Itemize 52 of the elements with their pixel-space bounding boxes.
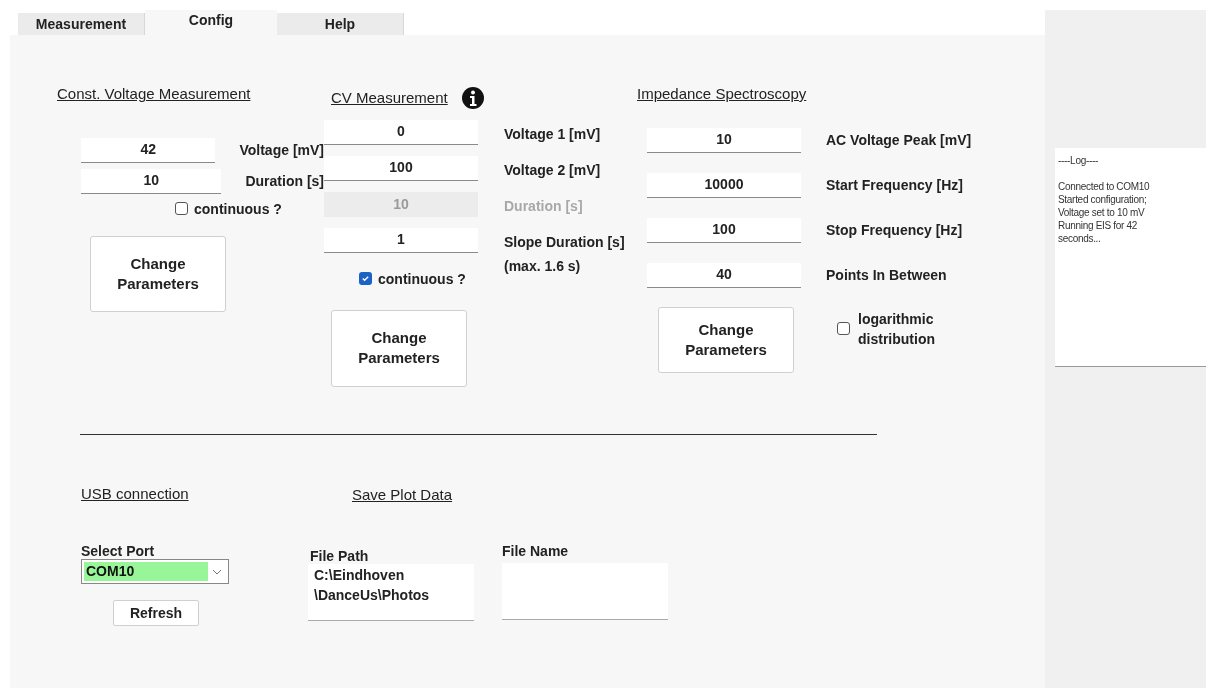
field-label: AC Voltage Peak [mV] [826,131,972,149]
input-field[interactable]: 10000 [647,172,801,198]
field-label: Duration [s] [504,197,583,214]
change-parameters-button[interactable]: Change Parameters [90,235,226,312]
field-label: Voltage 1 [mV] [504,125,601,142]
log-line: Voltage set to 10 mV [1058,206,1146,219]
chevron-down-icon [212,568,222,575]
tab[interactable]: Config [145,10,277,35]
input-field[interactable]: 42 [81,137,216,163]
input-field[interactable]: 0 [324,119,478,145]
input-field[interactable]: 100 [647,217,801,243]
port-dropdown[interactable]: COM10 [81,559,229,584]
input-field[interactable]: 1 [324,227,478,253]
field-label: Points In Between [826,266,947,284]
field-label: Voltage 2 [mV] [504,161,601,178]
log-line: Started configuration; [1058,193,1148,206]
change-parameters-button[interactable]: Change Parameters [658,306,794,373]
field-label: Stop Frequency [Hz] [826,221,963,239]
field-label: Start Frequency [Hz] [826,176,963,194]
section-heading: Impedance Spectroscopy [637,84,808,104]
field-label: File Name [502,542,570,559]
file-path-field[interactable]: C:\Eindhoven \DanceUs\Photos [308,563,474,621]
checkbox[interactable] [359,272,372,285]
checkbox-label: logarithmic distribution [858,309,935,349]
file-name-field[interactable] [502,562,668,620]
log-line: Connected to COM10 [1058,180,1151,193]
log-header: ----Log---- [1058,154,1100,167]
input-field[interactable]: 10 [647,127,801,153]
section-heading: CV Measurement [331,88,448,108]
section-heading: Const. Voltage Measurement [57,84,252,104]
log-line: seconds... [1058,232,1102,245]
checkbox[interactable] [175,202,188,215]
tab[interactable]: Help [277,13,404,35]
field-label: Duration [s] [245,172,324,190]
input-field[interactable]: 40 [647,262,801,288]
field-label: continuous ? [194,199,282,218]
field-label: Select Port [81,543,156,559]
checkbox[interactable] [837,322,850,335]
refresh-button[interactable]: Refresh [113,600,199,626]
field-label: File Path [310,547,370,564]
log-line: Running EIS for 42 [1058,219,1139,232]
section-heading: USB connection [81,483,190,504]
checkmark-icon [361,274,370,283]
input-field[interactable]: 10 [81,168,222,194]
section-heading: Save Plot Data [352,485,453,503]
field-label: Voltage [mV] [239,141,324,159]
field-label: continuous ? [378,269,466,288]
input-field[interactable]: 100 [324,155,478,181]
info-icon[interactable] [461,87,484,110]
field-label: Slope Duration [s] (max. 1.6 s) [504,233,625,274]
change-parameters-button[interactable]: Change Parameters [331,309,467,387]
tab[interactable]: Measurement [18,13,145,35]
